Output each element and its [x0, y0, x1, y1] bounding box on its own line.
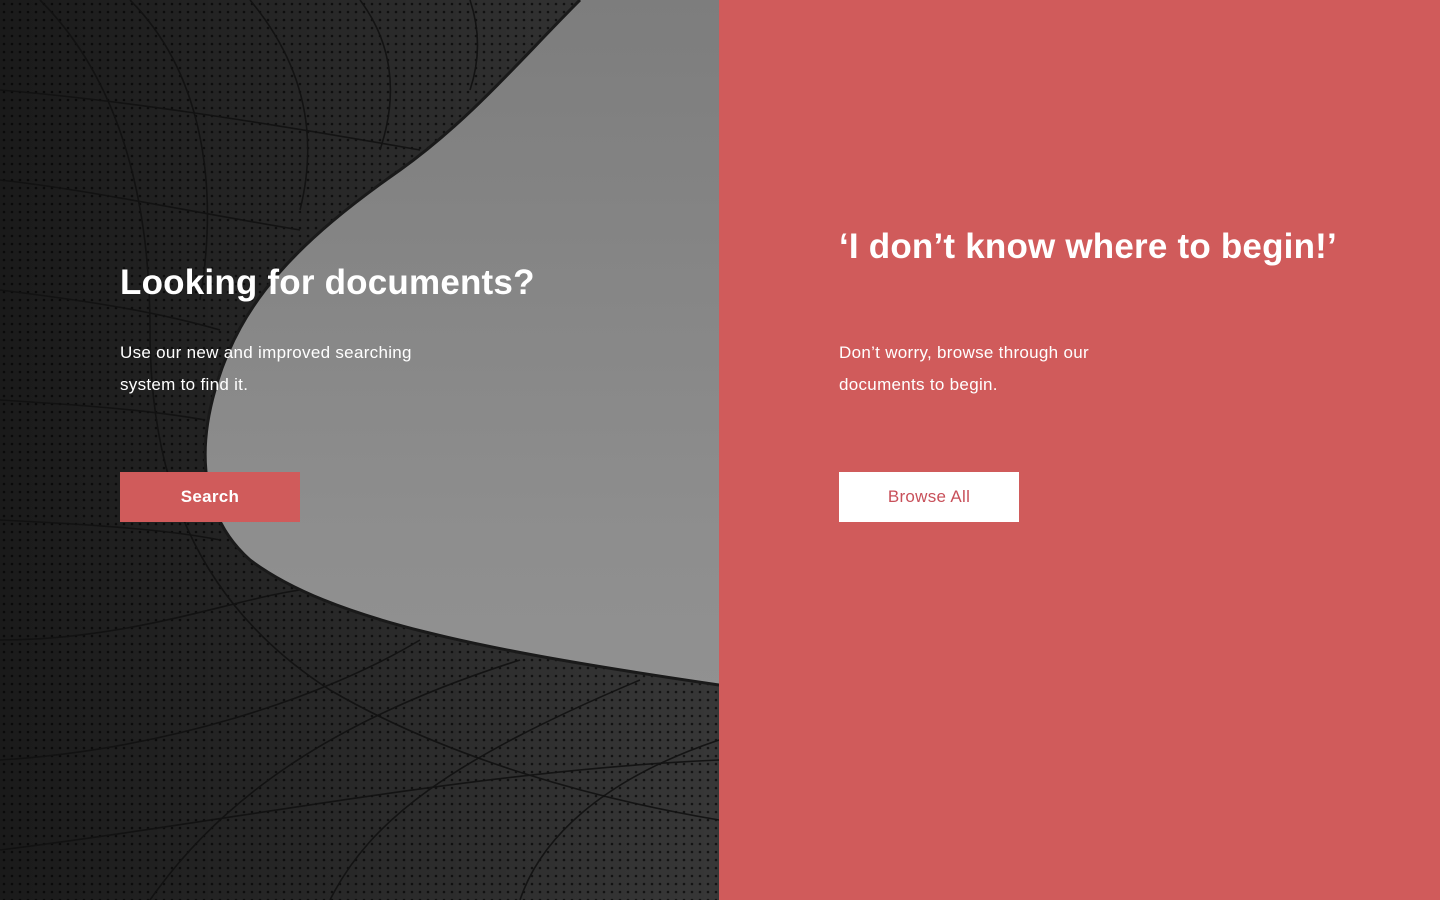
browse-panel: ‘I don’t know where to begin!’ Don’t wor…	[719, 0, 1440, 900]
search-description: Use our new and improved searching syste…	[120, 343, 412, 394]
browse-description: Don’t worry, browse through our document…	[839, 343, 1089, 394]
search-button[interactable]: Search	[120, 472, 300, 522]
architecture-photo	[0, 0, 719, 900]
landing-page: Looking for documents? Use our new and i…	[0, 0, 1440, 900]
browse-title: ‘I don’t know where to begin!’	[839, 227, 1337, 266]
search-title: Looking for documents?	[120, 263, 535, 302]
browse-all-button[interactable]: Browse All	[839, 472, 1019, 522]
search-panel: Looking for documents? Use our new and i…	[0, 0, 719, 900]
